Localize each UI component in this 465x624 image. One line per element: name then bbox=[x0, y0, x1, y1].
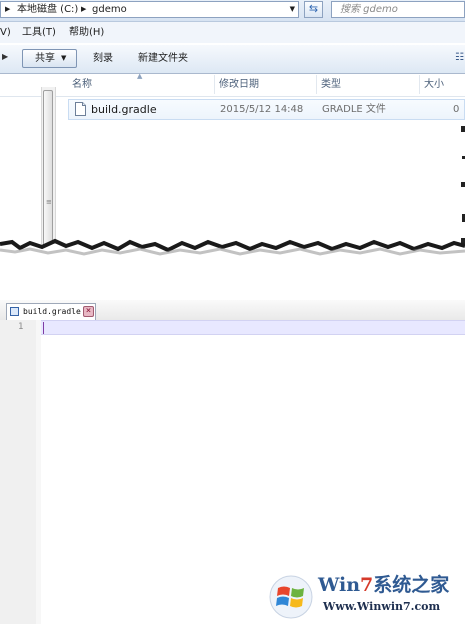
file-name: build.gradle bbox=[91, 103, 157, 116]
text-caret bbox=[43, 322, 44, 334]
file-icon bbox=[75, 102, 86, 116]
brand-url: Www.Winwin7.com bbox=[323, 600, 441, 613]
column-header-date[interactable]: 修改日期 bbox=[219, 73, 259, 96]
current-line-highlight[interactable] bbox=[41, 320, 465, 335]
breadcrumb-chevron-icon[interactable]: ▶ bbox=[5, 2, 10, 17]
tab-label: build.gradle bbox=[23, 307, 81, 316]
column-header-type[interactable]: 类型 bbox=[321, 73, 341, 96]
file-type: GRADLE 文件 bbox=[322, 104, 386, 115]
toolbar-overflow-icon[interactable]: ▶ bbox=[2, 52, 8, 61]
windows-logo-icon bbox=[269, 575, 313, 619]
menu-help[interactable]: 帮助(H) bbox=[69, 22, 104, 43]
watermark: Win7系统之家 Www.Winwin7.com bbox=[265, 570, 465, 624]
address-bar[interactable]: ▶ 本地磁盘 (C:) ▶ gdemo ▼ bbox=[0, 1, 299, 18]
refresh-button[interactable]: ⇆ bbox=[304, 1, 323, 18]
column-header-size[interactable]: 大小 bbox=[424, 73, 444, 96]
column-divider[interactable] bbox=[214, 75, 215, 94]
column-divider[interactable] bbox=[419, 75, 420, 94]
file-list-item[interactable]: build.gradle 2015/5/12 14:48 GRADLE 文件 0 bbox=[68, 99, 465, 120]
menu-tools[interactable]: 工具(T) bbox=[22, 22, 56, 43]
share-button-label: 共享 bbox=[35, 53, 55, 64]
burn-button[interactable]: 刻录 bbox=[93, 49, 113, 68]
search-input[interactable]: 搜索 gdemo bbox=[331, 1, 465, 18]
torn-paper-edge bbox=[0, 238, 465, 278]
command-toolbar: ▶ 共享 ▼ 刻录 新建文件夹 ☷ bbox=[0, 44, 465, 74]
brand-tail: 系统之家 bbox=[373, 574, 450, 596]
address-dropdown-icon[interactable]: ▼ bbox=[290, 2, 295, 17]
share-button[interactable]: 共享 ▼ bbox=[22, 49, 77, 68]
grip-icon: ≡ bbox=[46, 198, 52, 206]
brand-win: Win bbox=[318, 574, 361, 596]
brand-name: Win7系统之家 bbox=[318, 573, 449, 597]
breadcrumb-chevron-icon[interactable]: ▶ bbox=[81, 2, 86, 17]
menu-bar: V) 工具(T) 帮助(H) bbox=[0, 22, 465, 43]
new-folder-button[interactable]: 新建文件夹 bbox=[138, 49, 188, 68]
menu-view[interactable]: V) bbox=[0, 22, 11, 43]
line-number-gutter: 1 bbox=[0, 320, 37, 624]
view-options-icon[interactable]: ☷ bbox=[455, 52, 464, 63]
column-divider[interactable] bbox=[316, 75, 317, 94]
line-number: 1 bbox=[18, 322, 24, 332]
file-modified-date: 2015/5/12 14:48 bbox=[220, 104, 304, 115]
sort-ascending-icon: ▲ bbox=[137, 72, 143, 80]
tab-build-gradle[interactable]: build.gradle × bbox=[6, 303, 96, 320]
brand-seven: 7 bbox=[360, 574, 374, 596]
breadcrumb-drive[interactable]: 本地磁盘 (C:) bbox=[17, 2, 78, 17]
fold-margin bbox=[36, 320, 41, 624]
column-header-name[interactable]: 名称 bbox=[72, 73, 92, 96]
column-header-row: ▲ 名称 修改日期 类型 大小 bbox=[0, 72, 465, 97]
breadcrumb-folder[interactable]: gdemo bbox=[92, 2, 127, 17]
tab-bar: build.gradle × bbox=[0, 300, 465, 321]
chevron-down-icon: ▼ bbox=[61, 54, 67, 62]
document-icon bbox=[10, 307, 19, 316]
close-icon[interactable]: × bbox=[83, 306, 94, 317]
address-row: ▶ 本地磁盘 (C:) ▶ gdemo ▼ ⇆ 搜索 gdemo bbox=[0, 0, 465, 22]
